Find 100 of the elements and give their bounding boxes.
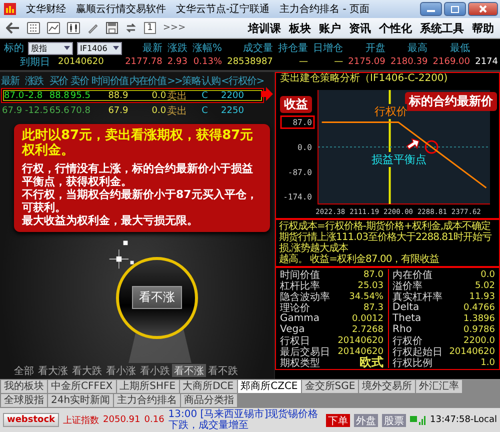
metric-value: 25.03: [358, 280, 384, 290]
contract-dropdown[interactable]: IF1406: [77, 42, 122, 54]
arrow-icon: [261, 87, 273, 101]
menu-item[interactable]: 账户: [319, 20, 341, 36]
logo-button[interactable]: webstock: [3, 413, 60, 427]
category-dropdown[interactable]: 股指: [28, 42, 73, 54]
exchange-tab[interactable]: 境外交易所: [359, 380, 416, 393]
minimize-button[interactable]: [420, 2, 442, 16]
menu-item[interactable]: 板块: [289, 20, 311, 36]
metric-name: 理论价: [280, 301, 310, 314]
metric-name: 溢价率: [392, 280, 422, 292]
maximize-button[interactable]: [444, 2, 466, 16]
save-icon[interactable]: [106, 22, 118, 34]
exchange-tab[interactable]: 商品分类指: [181, 394, 238, 407]
option-row[interactable]: 67.9 -12.5 65.6 70.8 67.9 0.0卖出 C 2250: [1, 103, 264, 118]
expiry-date: 20140620: [58, 56, 104, 66]
strategy-tab[interactable]: 全部: [12, 364, 36, 377]
swap-arrows-icon[interactable]: [125, 22, 137, 34]
menu-item[interactable]: 资讯: [349, 20, 371, 36]
menu-item[interactable]: 帮助: [472, 20, 494, 36]
quote-value: —: [334, 56, 344, 66]
metric-name: 行权日: [280, 334, 310, 346]
caret-icon: [112, 44, 120, 52]
quote-value: —: [298, 56, 308, 66]
field-label: 标的: [4, 42, 24, 55]
more-button[interactable]: >>>: [163, 23, 186, 33]
quote-value: 0.13%: [193, 56, 222, 66]
metric-name: Gamma: [280, 313, 320, 324]
analysis-text: 行权成本=行权价格-期货价格+权利金,成本不确定: [279, 221, 492, 232]
back-arrow-icon[interactable]: [6, 22, 20, 34]
table-cell-text: 卖出: [167, 104, 188, 118]
candlestick-icon[interactable]: [67, 22, 80, 34]
analysis-text: 期货行情上涨111.03至价格大于2288.81时开始亏损,涨势越大成本: [279, 232, 493, 254]
column-header: 最新: [142, 42, 162, 55]
pen-icon[interactable]: [87, 22, 99, 34]
exchange-tab[interactable]: 上期所SHFE: [116, 380, 179, 393]
menu-item[interactable]: 个性化: [379, 20, 412, 36]
table-cell-text: 2200: [221, 91, 245, 101]
metric-value: 2.7268: [352, 324, 384, 334]
metric-value: 0.4766: [464, 302, 495, 312]
exchange-tab[interactable]: 中金所CFFEX: [48, 380, 116, 393]
exchange-tab[interactable]: 郑商所CZCE: [238, 380, 301, 393]
metric-name: 最后交易日: [280, 346, 330, 358]
metric-value: 欧式: [360, 354, 384, 371]
grid-icon[interactable]: [27, 22, 40, 34]
table-cell-text: C: [202, 106, 209, 116]
page-button[interactable]: 1: [144, 22, 156, 34]
table-cell-text: C: [202, 91, 209, 101]
column-header: 卖价: [70, 74, 90, 88]
metric-value: 0.0012: [352, 314, 384, 324]
metric-value: 0.9786: [464, 324, 495, 334]
chart-annotation: 损益平衡点: [372, 152, 427, 167]
strategy-tab[interactable]: 看大跌: [70, 364, 104, 377]
column-header: <行权价>: [221, 74, 264, 88]
metric-name: Delta: [392, 302, 420, 313]
strategy-tab[interactable]: 看大涨: [36, 364, 70, 377]
metric-name: 行权价: [392, 334, 422, 346]
exchange-tab[interactable]: 主力合约排名: [114, 394, 180, 407]
option-row[interactable]: 87.0-2.8 88.8 95.5 88.9 0.0卖出 C 2200: [1, 88, 264, 103]
metric-name: 真实杠杆率: [392, 290, 442, 302]
axis-label: -174.0: [283, 192, 312, 202]
table-cell-text: 卖出: [167, 90, 188, 103]
window-title: 文华财经: [26, 2, 66, 16]
strategy-tab[interactable]: 看小跌: [138, 364, 172, 377]
quote-value: 2.93: [167, 56, 188, 66]
option-strategy-button[interactable]: 看不涨: [132, 286, 182, 309]
metric-value: 0.0: [480, 270, 495, 280]
exchange-tab[interactable]: 金交所SGE: [302, 380, 358, 393]
exchange-tab[interactable]: 我的板块: [1, 380, 47, 393]
strategy-tab[interactable]: 看小涨: [104, 364, 138, 377]
news-ticker[interactable]: 13:00 [马来西亚锡市]现货锡价格下跌，成交量增至: [168, 409, 322, 431]
field-label: 到期日: [20, 56, 50, 68]
quote-value: 2174: [475, 56, 498, 66]
column-header: 日增仓: [313, 42, 344, 55]
chart-annotation: 行权价: [374, 104, 408, 120]
menu-item[interactable]: 系统工具: [420, 20, 464, 36]
exchange-tab[interactable]: 外汇汇率: [416, 380, 462, 393]
callout-text: 不行权，当期权合约最新价小于87元买入平仓，可获利。: [22, 188, 258, 214]
callout-label: 标的合约最新价: [405, 92, 497, 111]
line-chart-icon[interactable]: [47, 22, 60, 34]
status-button[interactable]: 下单: [326, 414, 350, 426]
index-value: 2050.91: [103, 415, 140, 425]
column-header: 最高: [408, 42, 428, 55]
quote-value: 2177.78: [125, 56, 162, 66]
exchange-tab[interactable]: 24h实时新闻: [48, 394, 114, 407]
arrow-icon: [406, 138, 420, 150]
quote-value: 2175.09: [348, 56, 386, 66]
app-logo-icon: [4, 3, 16, 15]
table-cell-text: 67.9: [2, 106, 24, 116]
metric-name: 期权类型: [280, 356, 320, 370]
close-button[interactable]: [468, 2, 498, 16]
strategy-tab[interactable]: 看不涨: [172, 364, 206, 377]
exchange-tab[interactable]: 全球股指: [1, 394, 47, 407]
strategy-tab[interactable]: 看不跌: [206, 364, 240, 377]
exchange-tab[interactable]: 大商所DCE: [180, 380, 237, 393]
column-header: >>策略: [167, 75, 201, 88]
index-change: 0.16: [144, 415, 164, 425]
callout-headline: 此时以87元，卖出看涨期权，获得87元权利金。: [22, 128, 254, 158]
callout-text: 行权，行情没有上涨，标的合约最新价小于损益平衡点，获得权利金。: [22, 162, 254, 188]
menu-item[interactable]: 培训课: [248, 20, 281, 36]
